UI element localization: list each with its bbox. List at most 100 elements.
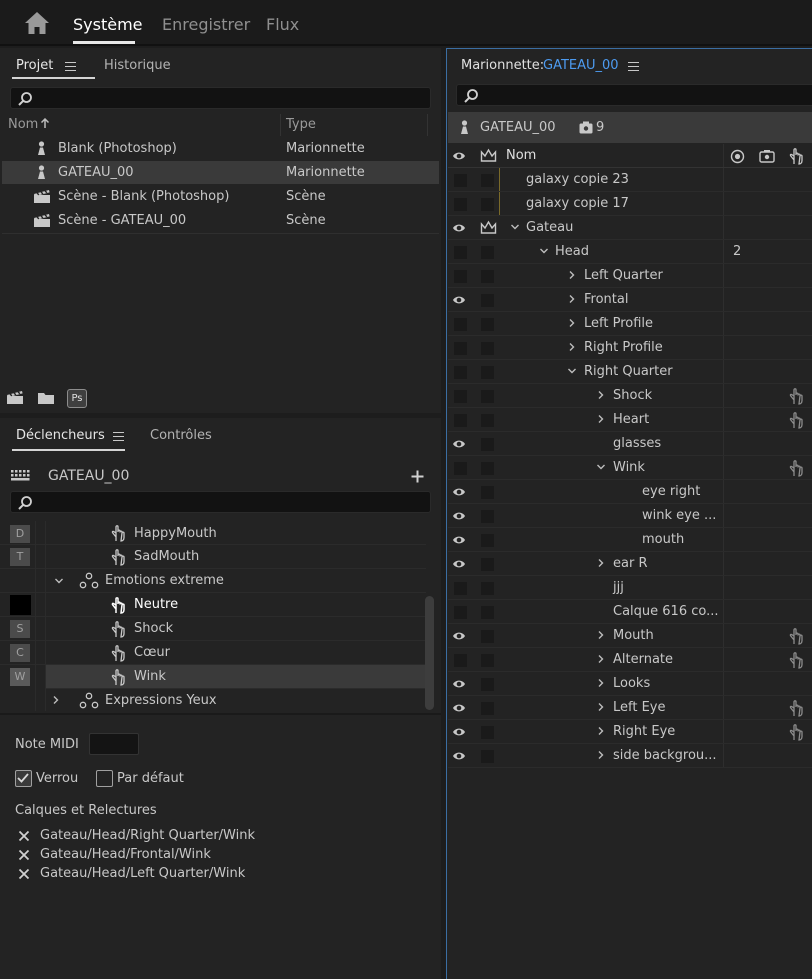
independence-toggle[interactable] (481, 174, 494, 187)
eye-icon[interactable] (452, 485, 466, 499)
independence-toggle[interactable] (481, 198, 494, 211)
eye-icon[interactable] (452, 149, 466, 163)
crown-icon[interactable] (480, 220, 497, 235)
chevron-right-icon[interactable] (596, 678, 606, 688)
tab-flux[interactable]: Flux (266, 15, 299, 34)
remove-icon[interactable] (18, 830, 30, 842)
visibility-toggle[interactable] (454, 582, 467, 595)
tab-enregistrer[interactable]: Enregistrer (162, 15, 250, 34)
visibility-toggle[interactable] (454, 390, 467, 403)
visibility-toggle[interactable] (454, 462, 467, 475)
layer-row[interactable]: mouth (448, 528, 812, 552)
independence-toggle[interactable] (481, 750, 494, 763)
hand-trigger-icon[interactable] (787, 627, 807, 645)
group-row[interactable]: Heart (448, 408, 812, 432)
visibility-toggle[interactable] (454, 414, 467, 427)
eye-icon[interactable] (452, 701, 466, 715)
group-row[interactable]: Left Eye (448, 696, 812, 720)
visibility-toggle[interactable] (454, 174, 467, 187)
eye-icon[interactable] (452, 677, 466, 691)
chevron-down-icon[interactable] (539, 246, 549, 256)
lock-checkbox[interactable] (15, 770, 32, 787)
visibility-toggle[interactable] (454, 246, 467, 259)
layer-row[interactable]: galaxy copie 23 (448, 168, 812, 192)
group-row[interactable]: Frontal (448, 288, 812, 312)
project-menu-icon[interactable] (65, 62, 76, 71)
eye-icon[interactable] (452, 557, 466, 571)
hand-trigger-icon[interactable] (787, 411, 807, 429)
column-header-name[interactable]: Nom (506, 148, 536, 163)
crown-icon[interactable] (480, 148, 497, 163)
group-row[interactable]: Alternate (448, 648, 812, 672)
visibility-toggle[interactable] (454, 654, 467, 667)
chevron-right-icon[interactable] (596, 558, 606, 568)
independence-toggle[interactable] (481, 510, 494, 523)
group-row[interactable]: Right Quarter (448, 360, 812, 384)
chevron-right-icon[interactable] (567, 294, 577, 304)
independence-toggle[interactable] (481, 270, 494, 283)
chevron-right-icon[interactable] (596, 390, 606, 400)
layer-path[interactable]: Gateau/Head/Right Quarter/Wink (40, 828, 255, 843)
behavior-column-icon[interactable] (759, 149, 775, 163)
independence-toggle[interactable] (481, 630, 494, 643)
group-row[interactable]: Right Eye (448, 720, 812, 744)
record-icon[interactable] (730, 149, 745, 164)
independence-toggle[interactable] (481, 726, 494, 739)
eye-icon[interactable] (452, 629, 466, 643)
remove-icon[interactable] (18, 868, 30, 880)
eye-icon[interactable] (452, 509, 466, 523)
independence-toggle[interactable] (481, 438, 494, 451)
group-row[interactable]: Head 2 (448, 240, 812, 264)
independence-toggle[interactable] (481, 390, 494, 403)
independence-toggle[interactable] (481, 414, 494, 427)
layer-row[interactable]: glasses (448, 432, 812, 456)
independence-toggle[interactable] (481, 462, 494, 475)
independence-toggle[interactable] (481, 318, 494, 331)
home-icon[interactable] (24, 11, 50, 35)
hand-trigger-icon[interactable] (787, 459, 807, 477)
puppet-search-input[interactable] (456, 84, 812, 106)
visibility-toggle[interactable] (454, 606, 467, 619)
chevron-right-icon[interactable] (567, 342, 577, 352)
chevron-down-icon[interactable] (567, 366, 577, 376)
group-row[interactable]: Left Profile (448, 312, 812, 336)
independence-toggle[interactable] (481, 702, 494, 715)
tab-systeme[interactable]: Système (73, 15, 143, 34)
chevron-right-icon[interactable] (596, 702, 606, 712)
independence-toggle[interactable] (481, 558, 494, 571)
hand-trigger-icon[interactable] (787, 147, 807, 165)
independence-toggle[interactable] (481, 654, 494, 667)
group-row[interactable]: ear R (448, 552, 812, 576)
puppet-menu-icon[interactable] (628, 62, 639, 71)
chevron-down-icon[interactable] (510, 222, 520, 232)
group-row[interactable]: side backgrou... (448, 744, 812, 768)
project-search-input[interactable] (10, 87, 431, 109)
eye-icon[interactable] (452, 749, 466, 763)
remove-icon[interactable] (18, 849, 30, 861)
tab-projet[interactable]: Projet (16, 58, 53, 73)
independence-toggle[interactable] (481, 366, 494, 379)
chevron-right-icon[interactable] (596, 726, 606, 736)
hand-trigger-icon[interactable] (787, 723, 807, 741)
eye-icon[interactable] (452, 725, 466, 739)
visibility-toggle[interactable] (454, 198, 467, 211)
default-checkbox[interactable] (96, 770, 113, 787)
puppet-panel-title-puppet[interactable]: GATEAU_00 (543, 58, 619, 73)
column-header-type[interactable]: Type (286, 117, 316, 132)
chevron-right-icon[interactable] (596, 414, 606, 424)
visibility-toggle[interactable] (454, 270, 467, 283)
chevron-down-icon[interactable] (596, 462, 606, 472)
group-row[interactable]: Wink (448, 456, 812, 480)
visibility-toggle[interactable] (454, 366, 467, 379)
eye-icon[interactable] (452, 437, 466, 451)
group-row[interactable]: Looks (448, 672, 812, 696)
layer-row[interactable]: jjj (448, 576, 812, 600)
layer-row[interactable]: wink eye ... (448, 504, 812, 528)
sort-up-icon[interactable] (40, 118, 50, 129)
chevron-right-icon[interactable] (596, 654, 606, 664)
visibility-toggle[interactable] (454, 318, 467, 331)
eye-icon[interactable] (452, 293, 466, 307)
layer-path[interactable]: Gateau/Head/Left Quarter/Wink (40, 866, 245, 881)
chevron-right-icon[interactable] (567, 318, 577, 328)
tab-historique[interactable]: Historique (104, 58, 171, 73)
